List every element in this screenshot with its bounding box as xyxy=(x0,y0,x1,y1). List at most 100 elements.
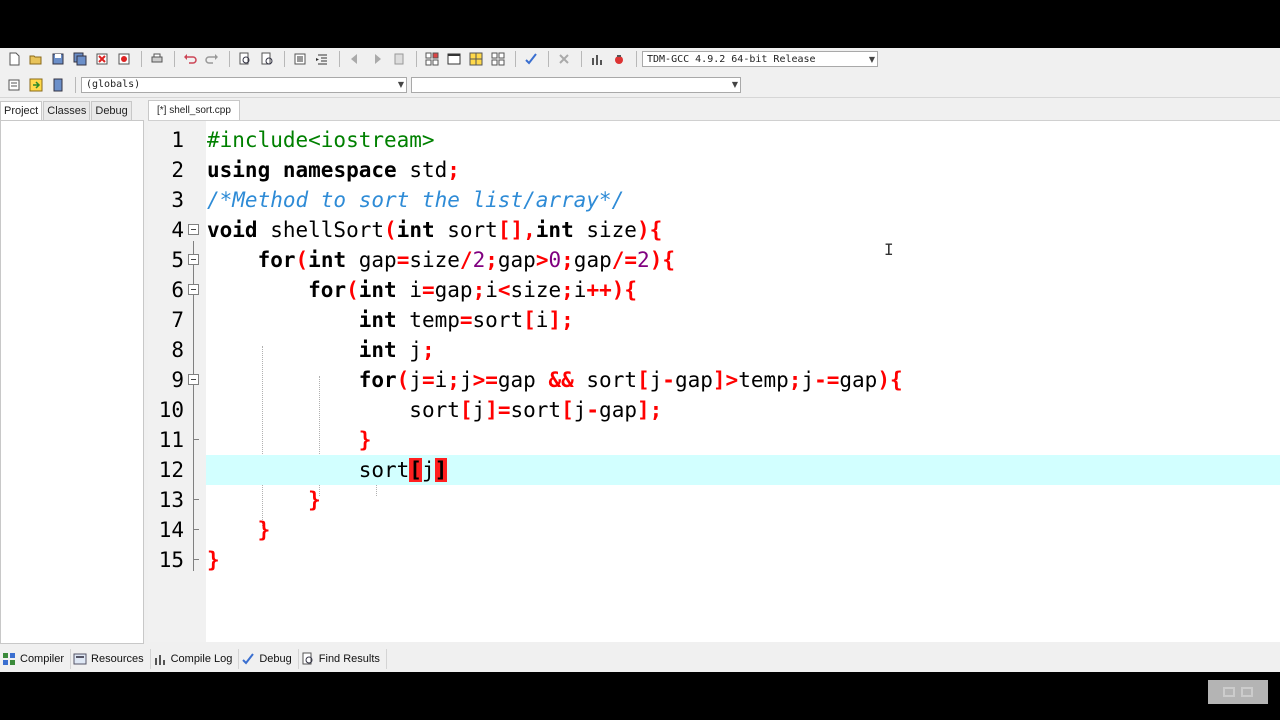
window-icon[interactable] xyxy=(444,50,464,68)
ide-window: TDM-GCC 4.9.2 64-bit Release ▼ (globals)… xyxy=(0,48,1280,704)
close-icon[interactable] xyxy=(92,50,112,68)
code-text: int temp=sort[i]; xyxy=(358,308,574,332)
identifier: shellSort xyxy=(257,218,385,242)
tab-shell-sort-cpp[interactable]: [*] shell_sort.cpp xyxy=(148,100,240,120)
grid-icon[interactable] xyxy=(466,50,486,68)
undo-icon[interactable] xyxy=(180,50,200,68)
code-line: 10 sort[j]=sort[j-gap]; xyxy=(148,395,1280,425)
goto-definition-icon[interactable] xyxy=(48,76,68,94)
print-icon[interactable] xyxy=(147,50,167,68)
identifier: std xyxy=(396,158,448,182)
toolbar-separator xyxy=(548,51,549,67)
code-text: int j; xyxy=(358,338,435,362)
identifier: sort xyxy=(472,308,524,332)
save-icon[interactable] xyxy=(48,50,68,68)
code-editor[interactable]: 1 #include<iostream> 2 using namespace s… xyxy=(148,120,1280,642)
code-text: } xyxy=(257,518,271,542)
stop-icon[interactable] xyxy=(554,50,574,68)
chart-icon[interactable] xyxy=(587,50,607,68)
tab-debug[interactable]: Debug xyxy=(91,101,132,120)
save-all-icon[interactable] xyxy=(70,50,90,68)
toolbar-separator xyxy=(229,51,230,67)
indent-icon[interactable] xyxy=(290,50,310,68)
line-number: 5 xyxy=(171,248,184,272)
identifier: size xyxy=(510,278,562,302)
line-number: 13 xyxy=(158,488,184,512)
comment: /*Method to sort the list/array*/ xyxy=(207,188,625,212)
identifier: sort xyxy=(358,458,410,482)
fold-toggle-icon[interactable] xyxy=(188,254,199,265)
redo-icon[interactable] xyxy=(202,50,222,68)
debug-icon[interactable] xyxy=(609,50,629,68)
pause-icon[interactable] xyxy=(1223,687,1235,697)
project-tree[interactable] xyxy=(0,120,144,644)
fullscreen-icon[interactable] xyxy=(1241,687,1253,697)
identifier: j xyxy=(472,398,486,422)
code-line: 12 sort[j] xyxy=(148,455,1280,485)
identifier: i xyxy=(485,278,498,302)
compiler-select[interactable]: TDM-GCC 4.9.2 64-bit Release ▼ xyxy=(642,51,878,67)
fold-toggle-icon[interactable] xyxy=(188,284,199,295)
find-icon[interactable] xyxy=(235,50,255,68)
toolbar-separator xyxy=(581,51,582,67)
identifier: sort xyxy=(434,218,498,242)
goto-icon[interactable] xyxy=(389,50,409,68)
goto-declaration-icon[interactable] xyxy=(26,76,46,94)
code-line: 9 for(j=i;j>=gap && sort[j-gap]>temp;j-=… xyxy=(148,365,1280,395)
fold-end-marker xyxy=(193,499,199,500)
identifier: j xyxy=(573,398,587,422)
identifier: i xyxy=(434,368,448,392)
replace-icon[interactable] xyxy=(257,50,277,68)
tab-label: Compile Log xyxy=(170,653,233,665)
identifier: i xyxy=(535,308,549,332)
identifier: j xyxy=(649,368,663,392)
video-controls-overlay[interactable] xyxy=(1208,680,1268,704)
scope-select[interactable]: (globals) ▼ xyxy=(81,76,407,93)
new-project-icon[interactable] xyxy=(422,50,442,68)
left-panel-tabs: Project Classes Debug xyxy=(0,100,144,120)
fold-toggle-icon[interactable] xyxy=(188,224,199,235)
tab-find-results[interactable]: Find Results xyxy=(299,649,387,669)
code-text: void shellSort(int sort[],int size){ xyxy=(207,218,663,242)
new-file-icon[interactable] xyxy=(4,50,24,68)
code-line: 3 /*Method to sort the list/array*/ xyxy=(148,185,1280,215)
open-icon[interactable] xyxy=(26,50,46,68)
close-all-icon[interactable] xyxy=(114,50,134,68)
unindent-icon[interactable] xyxy=(312,50,332,68)
main-toolbar: TDM-GCC 4.9.2 64-bit Release ▼ xyxy=(0,48,1280,70)
tab-project[interactable]: Project xyxy=(0,101,43,120)
identifier: size xyxy=(409,248,460,272)
identifier: gap xyxy=(674,368,713,392)
tab-compile-log[interactable]: Compile Log xyxy=(151,649,240,669)
keyword: int xyxy=(358,278,397,302)
check-icon[interactable] xyxy=(521,50,541,68)
fold-toggle-icon[interactable] xyxy=(188,374,199,385)
keyword: using xyxy=(207,158,271,182)
keyword: for xyxy=(308,278,347,302)
identifier: temp xyxy=(738,368,789,392)
keyword: for xyxy=(358,368,397,392)
line-number: 10 xyxy=(158,398,184,422)
toggle-icon[interactable] xyxy=(488,50,508,68)
fold-end-marker xyxy=(193,559,199,560)
tab-debug-output[interactable]: Debug xyxy=(239,649,299,669)
back-icon[interactable] xyxy=(345,50,365,68)
class-browser-icon[interactable] xyxy=(4,76,24,94)
identifier: size xyxy=(573,218,637,242)
fold-end-marker xyxy=(193,439,199,440)
identifier: gap xyxy=(599,398,637,422)
tab-classes[interactable]: Classes xyxy=(43,101,91,120)
code-text: for(int gap=size/2;gap>0;gap/=2){ xyxy=(257,248,675,272)
tab-compiler[interactable]: Compiler xyxy=(0,649,72,669)
tab-resources[interactable]: Resources xyxy=(71,649,151,669)
number: 0 xyxy=(548,248,562,272)
bottom-tabs: Compiler Resources Compile Log Debug Fin… xyxy=(0,648,1280,670)
line-number: 7 xyxy=(171,308,184,332)
line-number: 3 xyxy=(171,188,184,212)
identifier: temp xyxy=(396,308,460,332)
forward-icon[interactable] xyxy=(367,50,387,68)
member-select[interactable]: ▼ xyxy=(411,76,741,93)
identifier: gap xyxy=(839,368,878,392)
code-text: #include<iostream> xyxy=(207,125,435,155)
code-text: sort[j] xyxy=(358,458,448,482)
